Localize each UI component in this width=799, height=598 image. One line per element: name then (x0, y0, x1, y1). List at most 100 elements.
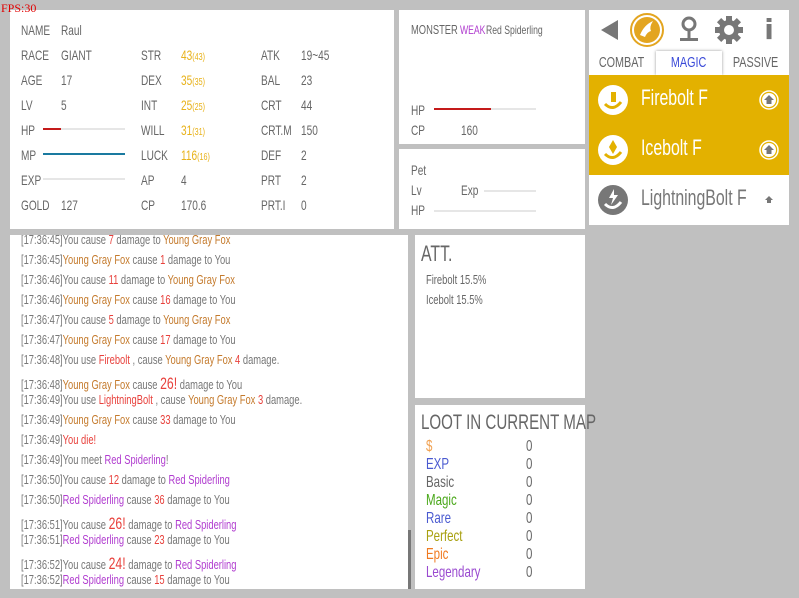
stat-label: DEF (261, 147, 282, 163)
log-line: [17:36:51]Red Spiderling cause 23 damage… (21, 532, 311, 547)
monster-name: Red Spiderling (486, 23, 543, 37)
skill-firebolt[interactable]: Firebolt F (589, 75, 789, 126)
magic-skill-icon[interactable] (629, 12, 665, 48)
log-line-text: [17:36:49]You meet Red Spiderling! (21, 452, 168, 467)
log-segment: Young Gray Fox (188, 392, 256, 407)
character-panel: GOLD 127 NAME Raul RACE GIANT AGE 17 LV 5 HP MP EX… (10, 10, 394, 229)
log-segment: 36 (154, 492, 165, 507)
log-segment: LightningBolt (98, 392, 153, 407)
log-segment: Red Spiderling (175, 557, 237, 572)
stat-label: NAME (21, 22, 51, 38)
back-arrow-icon[interactable] (592, 12, 628, 48)
loot-label: EXP (426, 456, 450, 473)
loot-value: 0 (526, 528, 533, 545)
log-segment: damage to You (170, 292, 236, 307)
log-segment: [17:36:46] (21, 292, 63, 307)
log-line: [17:36:49]You die! (21, 432, 125, 447)
info-icon[interactable]: i (751, 12, 787, 48)
scrollbar-thumb[interactable] (408, 530, 411, 589)
log-segment: Young Gray Fox (163, 235, 231, 247)
loot-title-text: LOOT IN CURRENT MAP (421, 411, 597, 434)
log-segment: 4 (232, 352, 241, 367)
log-segment: damage to (118, 272, 168, 287)
log-line: [17:36:46]Young Gray Fox cause 16 damage… (21, 292, 319, 307)
upgrade-icon[interactable] (759, 140, 779, 160)
log-segment: damage to You (164, 532, 230, 547)
combat-log[interactable]: [17:36:45]You cause 7 damage to Young Gr… (10, 235, 409, 589)
log-segment: ! (165, 452, 169, 467)
loot-label: Basic (426, 474, 455, 491)
log-segment: [17:36:49] (21, 412, 63, 427)
log-segment: [17:36:51]You cause (21, 517, 109, 532)
log-segment: Young Gray Fox (62, 292, 130, 307)
tab-combat[interactable]: COMBAT (589, 51, 655, 75)
exp-bar (43, 178, 125, 180)
log-segment: [17:36:50]You cause (21, 472, 109, 487)
att-skill-value: 15.5% (459, 272, 487, 287)
stat-current: 43 (181, 47, 193, 63)
upgrade-icon[interactable] (759, 90, 779, 110)
att-skill-name: Firebolt (426, 272, 458, 287)
log-segment: Red Spiderling (175, 517, 237, 532)
log-line-text: [17:36:48]Young Gray Fox cause 26! damag… (21, 374, 242, 394)
stat-label: AP (141, 172, 155, 188)
att-title-text: ATT. (421, 241, 453, 266)
stat-current: 31 (181, 122, 193, 138)
loot-value: 0 (526, 510, 533, 527)
bar-label: EXP (21, 172, 42, 188)
att-title: ATT. (421, 241, 465, 267)
stat-label: DEX (141, 72, 162, 88)
stat-value: 5 (61, 97, 67, 113)
log-line-text: [17:36:52]Red Spiderling cause 15 damage… (21, 572, 230, 587)
skill-name: Icebolt F (641, 135, 702, 160)
log-line-text: [17:36:45]You cause 7 damage to Young Gr… (21, 235, 230, 247)
log-segment: cause (129, 332, 161, 347)
skill-icebolt[interactable]: Icebolt F (589, 125, 789, 175)
monster-cp-value: 160 (461, 122, 478, 138)
stat-value: 4 (181, 171, 187, 192)
loot-label: Magic (426, 492, 457, 509)
tab-magic[interactable]: MAGIC (656, 51, 722, 75)
log-line-text: [17:36:51]You cause 26! damage to Red Sp… (21, 514, 236, 534)
log-segment: cause (129, 377, 161, 392)
combat-log-scrollbar[interactable] (408, 235, 411, 589)
map-pin-icon[interactable] (671, 12, 707, 48)
log-line: [17:36:52]You cause 24! damage to Red Sp… (21, 554, 320, 574)
stat-label: LV (21, 97, 33, 113)
stat-value: 43(43) (181, 46, 205, 67)
stat-value: 150 (301, 122, 318, 138)
pet-exp-label: Exp (461, 182, 479, 198)
log-segment: 11 (108, 272, 119, 287)
stat-value: 44 (301, 97, 313, 113)
skill-lightningbolt[interactable]: LightningBolt F (589, 175, 789, 225)
log-segment: [17:36:52] (21, 572, 63, 587)
fps-counter: FPS:30 (1, 1, 37, 15)
log-line: [17:36:48]Young Gray Fox cause 26! damag… (21, 374, 328, 394)
log-line: [17:36:46]You cause 11 damage to Young G… (21, 272, 318, 287)
log-segment: [17:36:49] (21, 432, 63, 447)
loot-value: 0 (526, 546, 533, 563)
log-segment: [17:36:50] (21, 492, 63, 507)
gear-icon[interactable] (711, 12, 747, 48)
att-item: Icebolt 15.5% (426, 291, 505, 309)
loot-label: Legendary (426, 564, 481, 581)
log-line: [17:36:50]You cause 12 damage to Red Spi… (21, 472, 311, 487)
loot-value: 0 (526, 492, 533, 509)
stat-base: (16) (197, 152, 210, 163)
log-segment: damage to (113, 235, 164, 247)
tab-passive[interactable]: PASSIVE (723, 51, 789, 75)
icebolt-icon (598, 135, 628, 165)
stat-value: 23 (301, 72, 313, 88)
monster-panel: MONSTER WEAK Red Spiderling HP CP 160 (399, 10, 585, 144)
tab-combat-label: COMBAT (599, 54, 645, 71)
log-line-text: [17:36:50]You cause 12 damage to Red Spi… (21, 472, 230, 487)
log-line-text: [17:36:47]You cause 5 damage to Young Gr… (21, 312, 230, 327)
stat-base: (25) (192, 102, 206, 113)
log-segment: Young Gray Fox (62, 332, 130, 347)
log-line: [17:36:51]You cause 26! damage to Red Sp… (21, 514, 320, 534)
stat-base: (35) (192, 77, 206, 88)
upgrade-icon[interactable] (759, 190, 779, 210)
stat-label: LUCK (141, 147, 168, 163)
log-segment: , cause (129, 352, 166, 367)
stat-label: CRT.M (261, 122, 292, 138)
